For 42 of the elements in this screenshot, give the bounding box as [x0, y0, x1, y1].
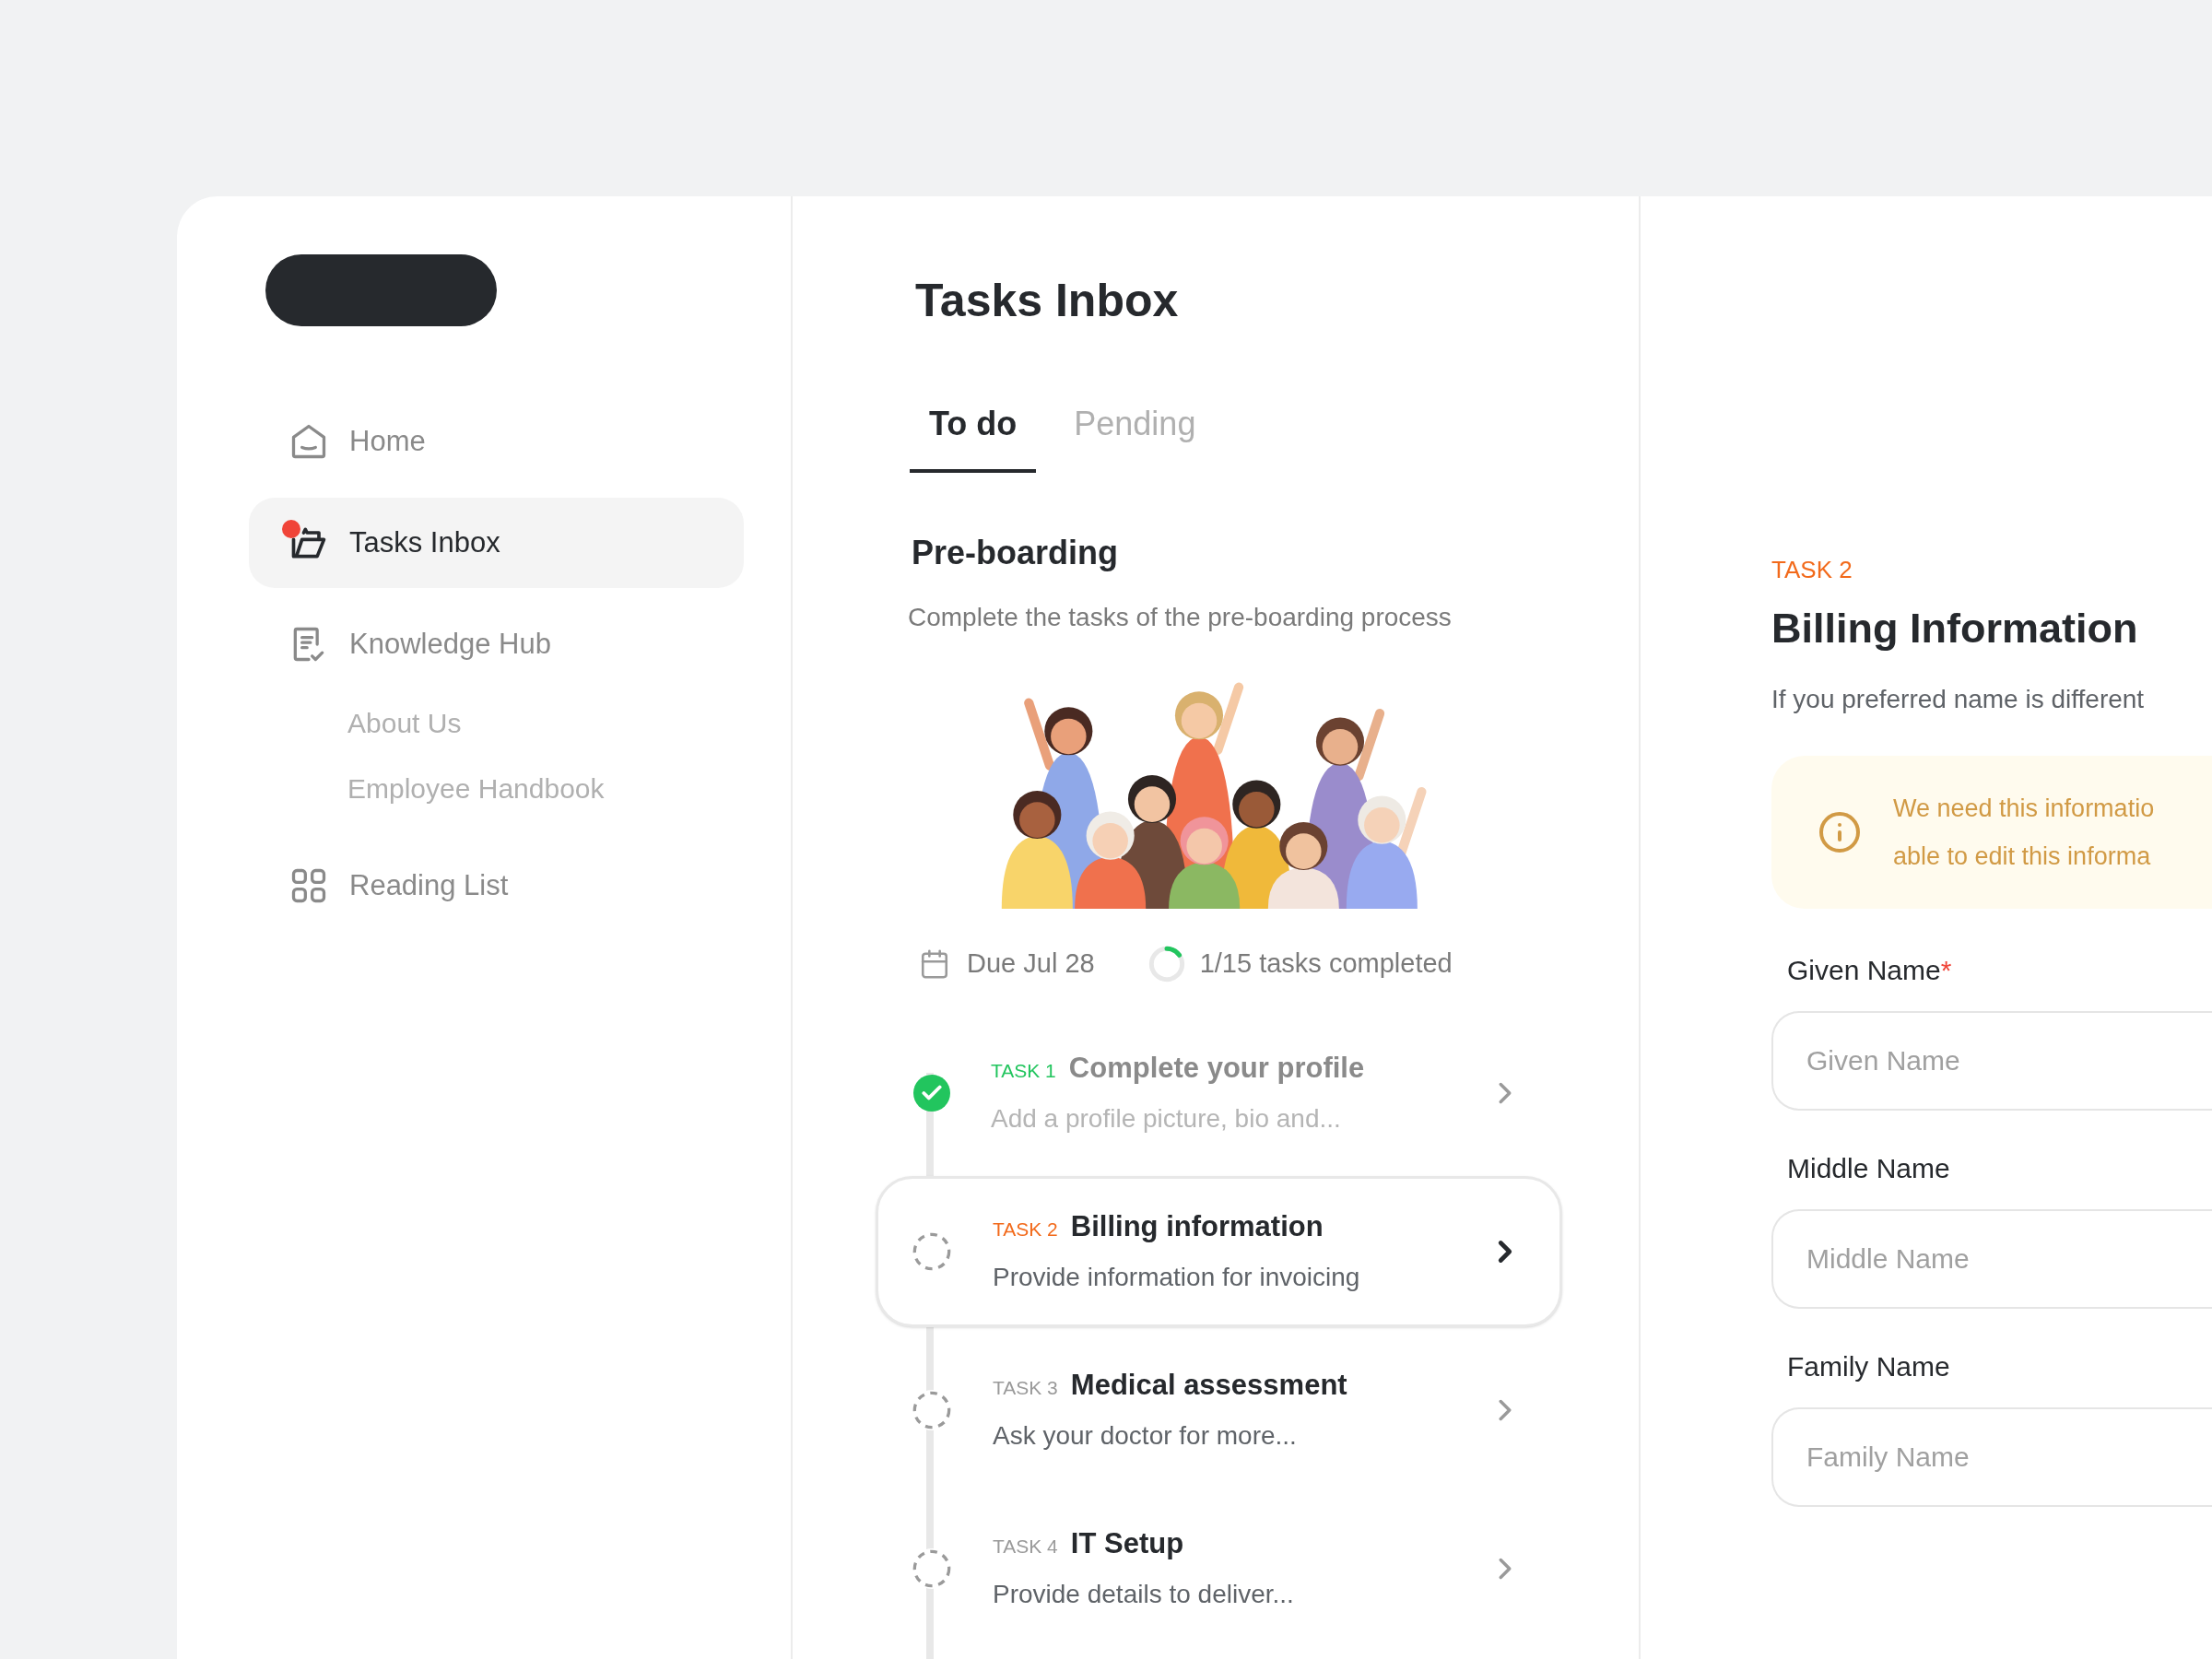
progress-ring — [1147, 945, 1185, 982]
input-field[interactable]: Family Name — [1771, 1406, 2212, 1507]
detail-title: Billing Information — [1771, 604, 2139, 653]
input-field[interactable]: Given Name — [1771, 1010, 2212, 1111]
task-row[interactable]: TASK 3 Medical assessment Ask your doctor for more... — [876, 1334, 1562, 1486]
task-tag: TASK 3 — [993, 1373, 1058, 1403]
calendar-icon — [919, 947, 950, 980]
section-description: Complete the tasks of the pre-boarding process — [908, 602, 1453, 633]
nav-subitem[interactable]: About Us — [347, 702, 744, 744]
tab[interactable]: Pending — [1054, 399, 1216, 473]
detail-description: If you preferred name is different — [1771, 683, 2146, 715]
nav-item[interactable]: Home — [249, 396, 744, 487]
section-title: Pre-boarding — [912, 533, 1119, 573]
notice-text: We need this informatio able to edit this informa — [1893, 793, 2155, 872]
task-subtitle: Ask your doctor for more... — [993, 1419, 1298, 1452]
task-title: IT Setup — [1070, 1526, 1184, 1562]
task-tag: TASK 4 — [993, 1532, 1058, 1561]
task-row[interactable]: TASK 4 IT Setup Provide details to deliver... — [876, 1492, 1562, 1644]
tab[interactable]: To do — [910, 399, 1037, 473]
info-icon — [1818, 809, 1862, 854]
task-row[interactable]: TASK 2 Billing information Provide information for invoicing — [876, 1175, 1562, 1327]
nav-item[interactable]: Tasks Inbox — [249, 498, 744, 588]
task-subtitle: Provide details to deliver... — [993, 1578, 1295, 1610]
field-label: Middle Name — [1787, 1151, 1951, 1185]
task-title: Complete your profile — [1068, 1051, 1365, 1087]
field-label: Given Name* — [1787, 953, 1953, 987]
task-subtitle: Add a profile picture, bio and... — [991, 1102, 1342, 1135]
task-title: Billing information — [1070, 1209, 1324, 1245]
page-title: Tasks Inbox — [915, 277, 1180, 324]
due-date: Due Jul 28 — [967, 947, 1095, 980]
field-label: Family Name — [1787, 1349, 1951, 1383]
nav-item[interactable]: Knowledge Hub — [249, 599, 744, 689]
progress-text: 1/15 tasks completed — [1199, 947, 1453, 980]
task-tag: TASK 2 — [993, 1215, 1058, 1244]
nav-subitem[interactable]: Employee Handbook — [347, 768, 744, 809]
task-title: Medical assessment — [1070, 1368, 1347, 1404]
task-subtitle: Provide information for invoicing — [993, 1261, 1361, 1293]
task-row[interactable]: TASK 1 Complete your profile Add a profile picture, bio and... — [876, 1017, 1562, 1169]
task-tag: TASK 2 — [1771, 552, 2212, 588]
task-tag: TASK 1 — [991, 1056, 1056, 1086]
input-field[interactable]: Middle Name — [1771, 1208, 2212, 1309]
nav-item[interactable]: Reading List — [249, 841, 744, 931]
